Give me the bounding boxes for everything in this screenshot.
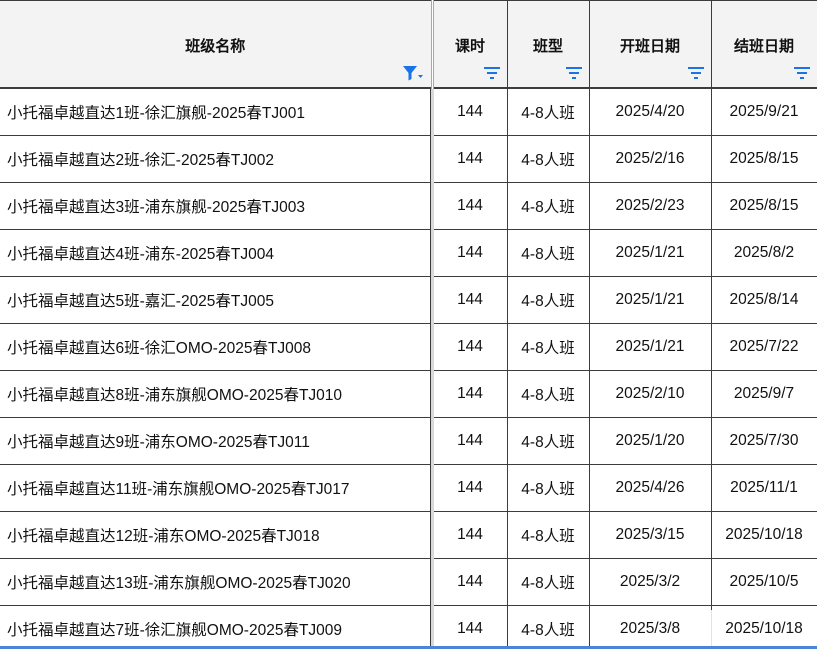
cell-start-date[interactable]: 2025/4/26 <box>589 464 712 512</box>
cell-class-name[interactable]: 小托福卓越直达4班-浦东-2025春TJ004 <box>0 229 434 277</box>
cell-hours[interactable]: 144 <box>432 511 508 559</box>
table-row[interactable]: 小托福卓越直达3班-浦东旗舰-2025春TJ003 144 4-8人班 2025/2/… <box>0 182 817 230</box>
cell-hours[interactable]: 144 <box>432 135 508 183</box>
cell-start-date[interactable]: 2025/1/20 <box>589 417 712 465</box>
cell-start-date[interactable]: 2025/1/21 <box>589 229 712 277</box>
cell-hours[interactable]: 144 <box>432 182 508 230</box>
cell-hours[interactable]: 144 <box>432 323 508 371</box>
table-row[interactable]: 小托福卓越直达12班-浦东OMO-2025春TJ018 144 4-8人班 2025/… <box>0 511 817 559</box>
cell-end-date[interactable]: 2025/10/18 <box>711 605 817 649</box>
column-header-hours[interactable]: 课时 <box>432 0 508 89</box>
cell-class-type[interactable]: 4-8人班 <box>507 229 590 277</box>
cell-class-type[interactable]: 4-8人班 <box>507 464 590 512</box>
cell-hours[interactable]: 144 <box>432 417 508 465</box>
table-row[interactable]: 小托福卓越直达13班-浦东旗舰OMO-2025春TJ020 144 4-8人班 202… <box>0 558 817 606</box>
cell-end-date[interactable]: 2025/11/1 <box>711 464 817 512</box>
cell-class-type[interactable]: 4-8人班 <box>507 276 590 324</box>
cell-class-name[interactable]: 小托福卓越直达5班-嘉汇-2025春TJ005 <box>0 276 434 324</box>
class-table: 班级名称 课时 班型 开班日期 结班日期 小托福卓越直达1班-徐汇旗舰-2025… <box>0 0 817 649</box>
cell-end-date[interactable]: 2025/8/15 <box>711 182 817 230</box>
cell-end-date[interactable]: 2025/10/18 <box>711 511 817 559</box>
table-row[interactable]: 小托福卓越直达8班-浦东旗舰OMO-2025春TJ010 144 4-8人班 2025… <box>0 370 817 418</box>
cell-end-date[interactable]: 2025/7/22 <box>711 323 817 371</box>
cell-end-date[interactable]: 2025/9/7 <box>711 370 817 418</box>
filter-active-icon[interactable] <box>401 64 425 82</box>
cell-end-date[interactable]: 2025/8/14 <box>711 276 817 324</box>
cell-start-date[interactable]: 2025/3/2 <box>589 558 712 606</box>
cell-class-type[interactable]: 4-8人班 <box>507 605 590 649</box>
table-row[interactable]: 小托福卓越直达9班-浦东OMO-2025春TJ011 144 4-8人班 2025/1… <box>0 417 817 465</box>
cell-class-name[interactable]: 小托福卓越直达7班-徐汇旗舰OMO-2025春TJ009 <box>0 605 434 649</box>
cell-hours[interactable]: 144 <box>432 605 508 649</box>
table-body: 小托福卓越直达1班-徐汇旗舰-2025春TJ001 144 4-8人班 2025/4/… <box>0 87 817 649</box>
cell-start-date[interactable]: 2025/3/8 <box>589 605 712 649</box>
cell-class-type[interactable]: 4-8人班 <box>507 417 590 465</box>
column-header-start-date[interactable]: 开班日期 <box>589 0 712 89</box>
cell-class-type[interactable]: 4-8人班 <box>507 323 590 371</box>
cell-class-name[interactable]: 小托福卓越直达6班-徐汇OMO-2025春TJ008 <box>0 323 434 371</box>
column-header-label: 结班日期 <box>733 38 794 55</box>
cell-class-type[interactable]: 4-8人班 <box>507 370 590 418</box>
cell-class-name[interactable]: 小托福卓越直达1班-徐汇旗舰-2025春TJ001 <box>0 87 434 136</box>
cell-hours[interactable]: 144 <box>432 229 508 277</box>
cell-class-type[interactable]: 4-8人班 <box>507 511 590 559</box>
table-row[interactable]: 小托福卓越直达11班-浦东旗舰OMO-2025春TJ017 144 4-8人班 202… <box>0 464 817 512</box>
cell-start-date[interactable]: 2025/2/10 <box>589 370 712 418</box>
table-row[interactable]: 小托福卓越直达4班-浦东-2025春TJ004 144 4-8人班 2025/1/21… <box>0 229 817 277</box>
table-row[interactable]: 小托福卓越直达5班-嘉汇-2025春TJ005 144 4-8人班 2025/1/21… <box>0 276 817 324</box>
column-header-end-date[interactable]: 结班日期 <box>711 0 817 89</box>
table-row[interactable]: 小托福卓越直达2班-徐汇-2025春TJ002 144 4-8人班 2025/2/16… <box>0 135 817 183</box>
cell-class-name[interactable]: 小托福卓越直达9班-浦东OMO-2025春TJ011 <box>0 417 434 465</box>
column-header-label: 班级名称 <box>185 38 246 55</box>
cell-start-date[interactable]: 2025/3/15 <box>589 511 712 559</box>
cell-end-date[interactable]: 2025/9/21 <box>711 87 817 136</box>
column-header-label: 班型 <box>532 38 563 55</box>
cell-start-date[interactable]: 2025/2/23 <box>589 182 712 230</box>
cell-end-date[interactable]: 2025/7/30 <box>711 417 817 465</box>
filter-icon[interactable] <box>483 64 501 82</box>
cell-start-date[interactable]: 2025/4/20 <box>589 87 712 136</box>
cell-class-name[interactable]: 小托福卓越直达3班-浦东旗舰-2025春TJ003 <box>0 182 434 230</box>
filter-icon[interactable] <box>565 64 583 82</box>
spreadsheet-table-view: 班级名称 课时 班型 开班日期 结班日期 小托福卓越直达1班-徐汇旗舰-2025… <box>0 0 817 649</box>
column-header-label: 课时 <box>454 38 485 55</box>
cell-class-name[interactable]: 小托福卓越直达12班-浦东OMO-2025春TJ018 <box>0 511 434 559</box>
cell-start-date[interactable]: 2025/2/16 <box>589 135 712 183</box>
header-row: 班级名称 课时 班型 开班日期 结班日期 <box>0 0 817 89</box>
cell-class-type[interactable]: 4-8人班 <box>507 135 590 183</box>
cell-end-date[interactable]: 2025/10/5 <box>711 558 817 606</box>
cell-class-type[interactable]: 4-8人班 <box>507 558 590 606</box>
cell-hours[interactable]: 144 <box>432 87 508 136</box>
column-header-label: 开班日期 <box>619 38 680 55</box>
cell-class-type[interactable]: 4-8人班 <box>507 87 590 136</box>
filter-icon[interactable] <box>687 64 705 82</box>
table-row[interactable]: 小托福卓越直达1班-徐汇旗舰-2025春TJ001 144 4-8人班 2025/4/… <box>0 87 817 136</box>
column-header-class-type[interactable]: 班型 <box>507 0 590 89</box>
cell-hours[interactable]: 144 <box>432 276 508 324</box>
cell-class-name[interactable]: 小托福卓越直达13班-浦东旗舰OMO-2025春TJ020 <box>0 558 434 606</box>
table-row[interactable]: 小托福卓越直达7班-徐汇旗舰OMO-2025春TJ009 144 4-8人班 2025… <box>0 605 817 649</box>
cell-class-name[interactable]: 小托福卓越直达2班-徐汇-2025春TJ002 <box>0 135 434 183</box>
cell-class-name[interactable]: 小托福卓越直达11班-浦东旗舰OMO-2025春TJ017 <box>0 464 434 512</box>
table-row[interactable]: 小托福卓越直达6班-徐汇OMO-2025春TJ008 144 4-8人班 2025/1… <box>0 323 817 371</box>
cell-start-date[interactable]: 2025/1/21 <box>589 323 712 371</box>
cell-class-type[interactable]: 4-8人班 <box>507 182 590 230</box>
cell-end-date[interactable]: 2025/8/15 <box>711 135 817 183</box>
cell-end-date[interactable]: 2025/8/2 <box>711 229 817 277</box>
cell-hours[interactable]: 144 <box>432 558 508 606</box>
cell-hours[interactable]: 144 <box>432 464 508 512</box>
filter-icon[interactable] <box>793 64 811 82</box>
cell-start-date[interactable]: 2025/1/21 <box>589 276 712 324</box>
cell-class-name[interactable]: 小托福卓越直达8班-浦东旗舰OMO-2025春TJ010 <box>0 370 434 418</box>
column-header-class-name[interactable]: 班级名称 <box>0 0 434 89</box>
cell-hours[interactable]: 144 <box>432 370 508 418</box>
